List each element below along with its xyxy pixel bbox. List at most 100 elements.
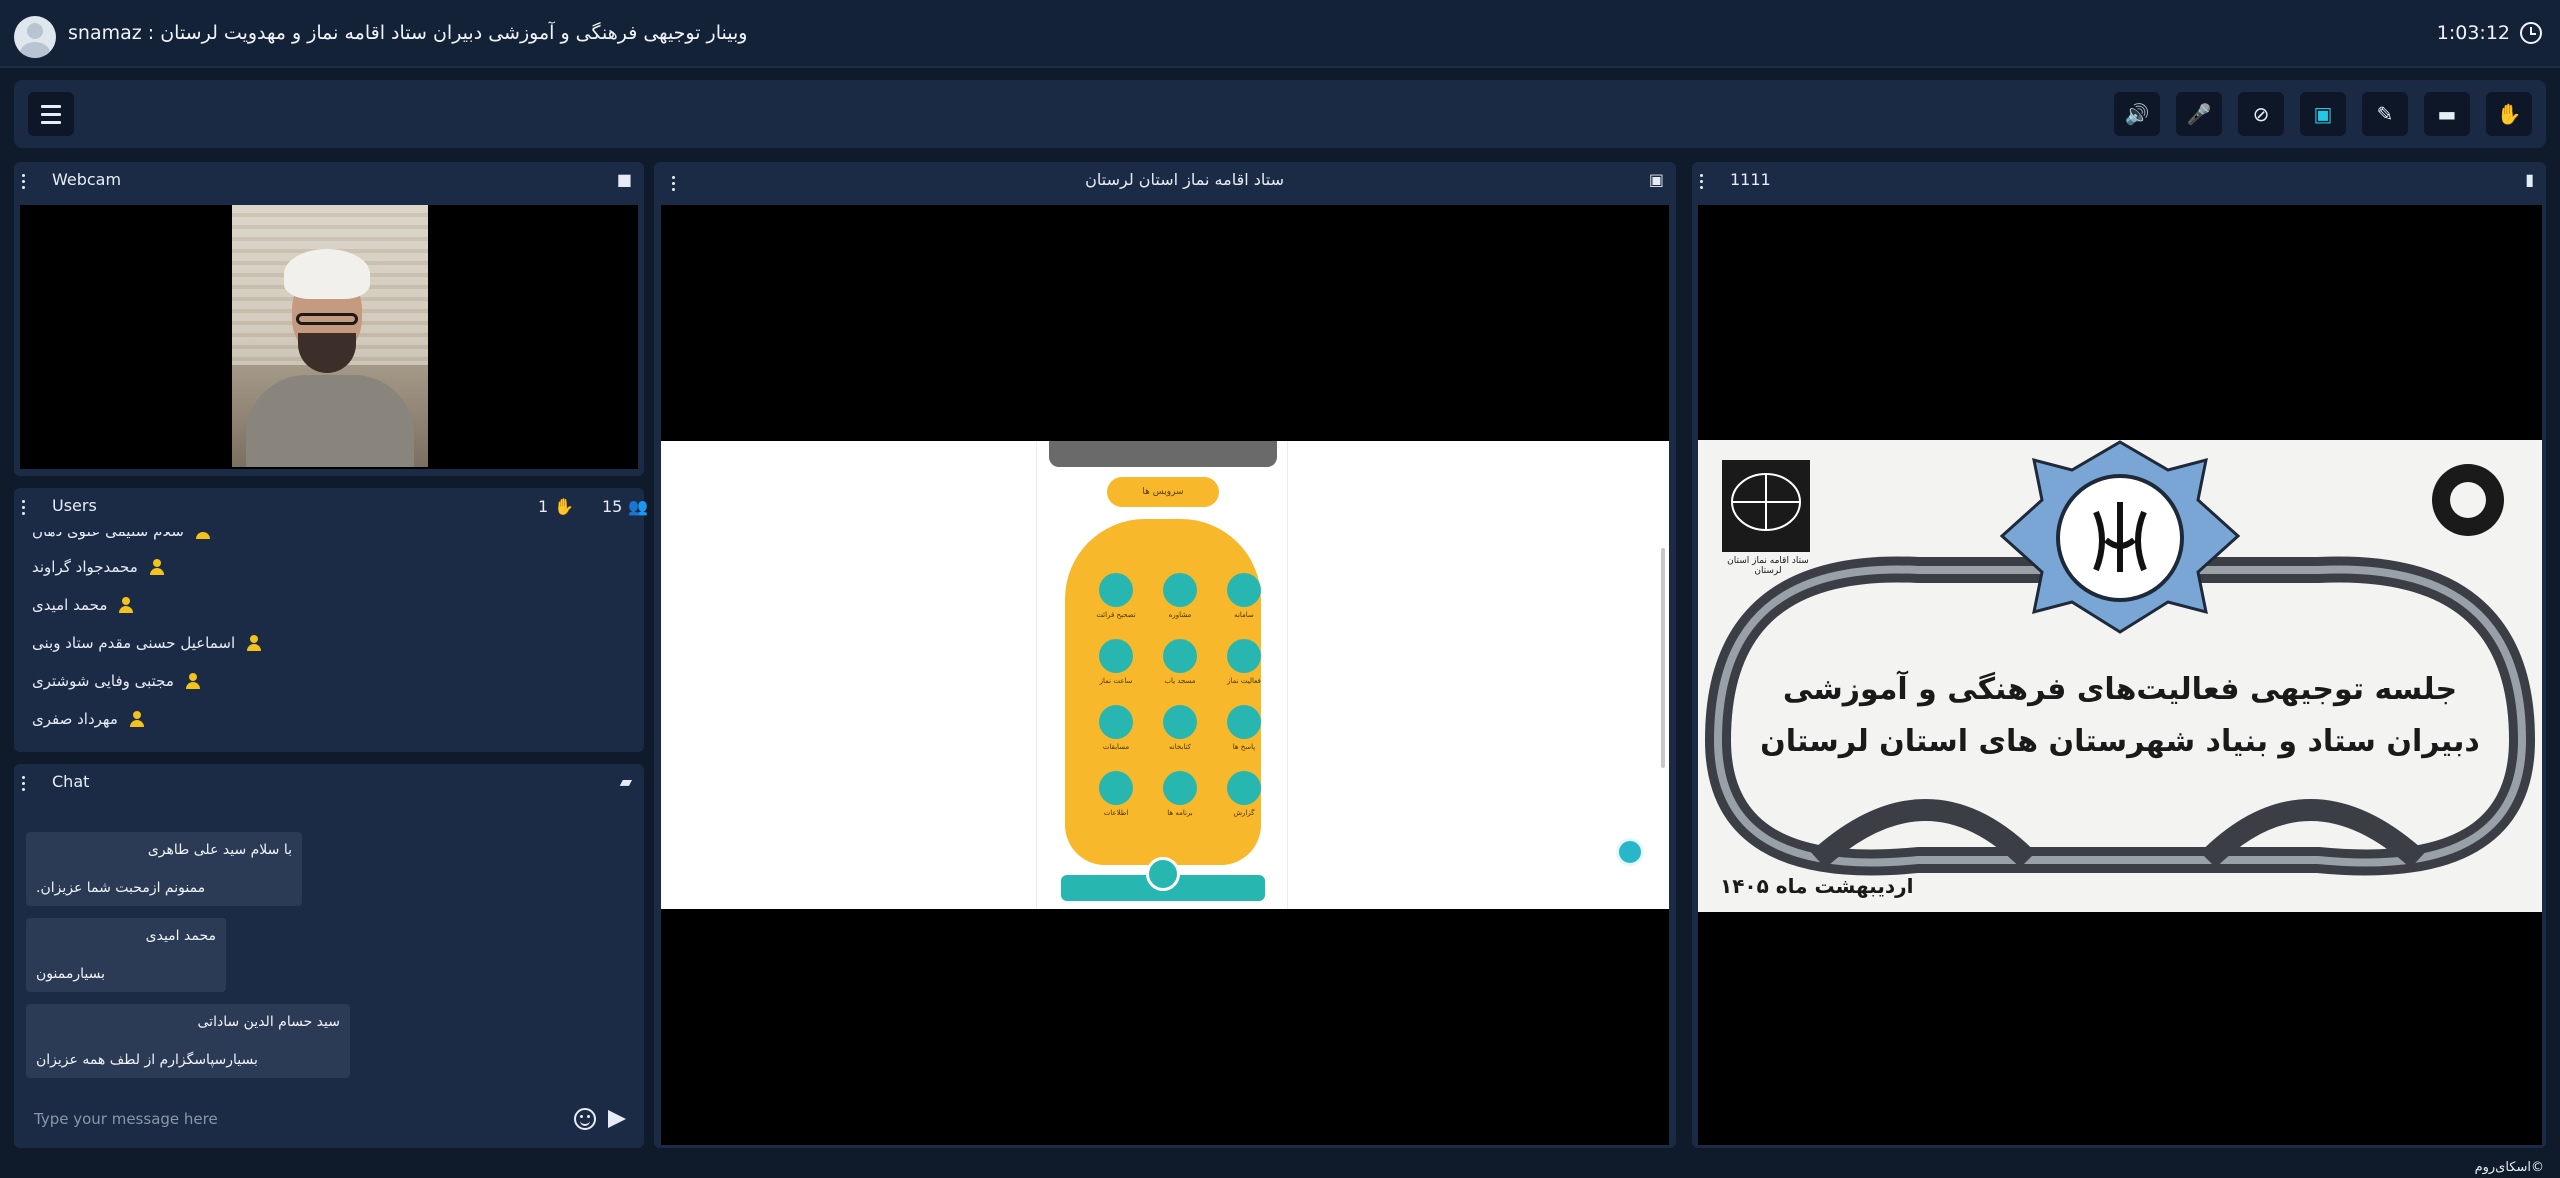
app-service-label: مسابقات — [1102, 743, 1130, 751]
screen-share-options-icon[interactable] — [672, 176, 676, 192]
app-service-label: گزارش — [1233, 809, 1255, 817]
app-service-icon — [1099, 705, 1133, 739]
shared-phone-app: سرویس ها سامانه مشاوره تصحیح قرائت فعالیت ن… — [1036, 441, 1288, 909]
chat-input-placeholder: Type your message here — [34, 1110, 218, 1128]
monitor-icon: ▣ — [1648, 170, 1664, 189]
screen-share-title: ستاد اقامه نماز استان لرستان — [1085, 170, 1284, 189]
users-count: 15 👥 — [602, 497, 649, 516]
clock-icon — [2520, 22, 2542, 44]
user-item[interactable]: محمدجواد گراوند — [32, 558, 166, 576]
send-icon[interactable] — [608, 1110, 626, 1128]
app-service-icon — [1227, 573, 1261, 607]
user-item[interactable]: اسماعیل حسنی مقدم ستاد وبنی — [32, 634, 263, 652]
presentation-header: 1111 ▮ — [1692, 162, 2546, 200]
users-icon: 👥 — [628, 497, 649, 516]
webcam-options-icon[interactable] — [22, 174, 26, 190]
user-icon — [148, 558, 166, 576]
app-service-label: مسجد یاب — [1164, 677, 1196, 685]
user-avatar[interactable] — [14, 16, 56, 58]
document-icon: ▮ — [2525, 170, 2534, 189]
slide-date: اردیبهشت ماه ۱۴۰۵ — [1720, 874, 1914, 898]
toolbar: ✋ ▬ ✎ ▣ ⊘ 🎤 🔊 — [14, 80, 2546, 148]
users-options-icon[interactable] — [22, 500, 26, 516]
screen-share-button[interactable]: ▣ — [2300, 92, 2346, 136]
camera-off-icon: ⊘ — [2252, 102, 2270, 126]
camera-off-button[interactable]: ⊘ — [2238, 92, 2284, 136]
room-title: وبینار توجیهی فرهنگی و آموزشی دبیران ستا… — [68, 22, 748, 44]
microphone-button[interactable]: 🎤 — [2176, 92, 2222, 136]
title-bar: وبینار توجیهی فرهنگی و آموزشی دبیران ستا… — [0, 0, 2560, 68]
user-item[interactable]: مجتبی وفایی شوشتری — [32, 672, 202, 690]
user-icon — [194, 532, 212, 540]
app-service-label: سامانه — [1234, 611, 1254, 619]
chat-input[interactable]: Type your message here — [18, 1100, 628, 1140]
slide-title-line-2: دبیران ستاد و بنیاد شهرستان های استان لر… — [1760, 724, 2480, 759]
app-service-label: اطلاعات — [1103, 809, 1129, 817]
microphone-icon: 🎤 — [2186, 102, 2212, 126]
presentation-title: 1111 — [1730, 170, 1771, 189]
app-service-icon — [1227, 639, 1261, 673]
app-header-pill: سرویس ها — [1107, 477, 1219, 507]
raised-hands-count: 1 ✋ — [538, 497, 575, 516]
app-service-icon — [1099, 639, 1133, 673]
user-item[interactable]: سلام سلیمی علوی دهان — [32, 532, 212, 540]
footer-brand: ©اسکای‌روم — [2474, 1160, 2544, 1175]
emoji-icon[interactable] — [574, 1108, 596, 1130]
app-service-icon — [1163, 639, 1197, 673]
folder-icon: ▬ — [2437, 102, 2457, 126]
app-service-label: فعالیت نماز — [1227, 677, 1261, 685]
app-service-label: مشاوره — [1168, 611, 1192, 619]
pen-button[interactable]: ✎ — [2362, 92, 2408, 136]
user-icon — [184, 672, 202, 690]
user-item[interactable]: محمد امیدی — [32, 596, 135, 614]
hand-icon: ✋ — [554, 497, 575, 516]
slide-title-line-1: جلسه توجیهی فعالیت‌های فرهنگی و آموزشی — [1782, 672, 2458, 707]
app-service-icon — [1163, 771, 1197, 805]
app-service-label: ساعت نماز — [1099, 677, 1133, 685]
chat-message: محمد امیدی بسیارممنون — [26, 918, 226, 992]
raise-hand-button[interactable]: ✋ — [2486, 92, 2532, 136]
chat-options-icon[interactable] — [22, 776, 26, 792]
chat-message: سید حسام الدین ساداتی بسیارسپاسگزارم از … — [26, 1004, 350, 1078]
user-list: سلام سلیمی علوی دهان محمدجواد گراوند محم… — [16, 532, 616, 738]
webcam-header: Webcam ■ — [14, 162, 644, 200]
app-service-label: تصحیح قرائت — [1096, 611, 1136, 619]
user-item[interactable]: مهرداد صفری — [32, 710, 146, 728]
screen-share-icon: ▣ — [2313, 102, 2333, 126]
folder-button[interactable]: ▬ — [2424, 92, 2470, 136]
session-timer-value: 1:03:12 — [2436, 22, 2510, 44]
webcam-video — [232, 205, 428, 467]
chat-message: با سلام سید علی طاهری ممنونم ازمحبت شما … — [26, 832, 302, 906]
pen-icon: ✎ — [2376, 102, 2394, 126]
app-service-icon — [1099, 573, 1133, 607]
hand-icon: ✋ — [2496, 102, 2522, 126]
session-timer: 1:03:12 — [2437, 22, 2542, 44]
app-service-icon — [1163, 705, 1197, 739]
hamburger-icon — [41, 104, 61, 108]
speaker-icon: 🔊 — [2124, 102, 2150, 126]
app-service-icon — [1163, 573, 1197, 607]
chat-title: Chat — [52, 772, 90, 791]
screen-share-header: ستاد اقامه نماز استان لرستان ▣ — [654, 162, 1676, 200]
video-camera-icon: ■ — [616, 170, 632, 189]
app-service-label: پاسخ ها — [1232, 743, 1256, 751]
chat-header: Chat ▰ — [14, 764, 644, 802]
app-service-icon — [1099, 771, 1133, 805]
user-icon — [128, 710, 146, 728]
chat-bubble-icon: ▰ — [619, 772, 632, 791]
app-service-icon — [1227, 705, 1261, 739]
menu-button[interactable] — [28, 92, 74, 136]
presentation-slide: ستاد اقامه نماز استان لرستان جلسه توجیهی… — [1698, 440, 2542, 912]
location-pin-icon — [1616, 838, 1644, 866]
users-header: Users 1 ✋ 15 👥 — [14, 488, 648, 526]
app-service-label: کتابخانه — [1169, 743, 1191, 751]
presentation-options-icon[interactable] — [1700, 174, 1704, 190]
app-service-label: برنامه ها — [1167, 809, 1193, 817]
user-icon — [245, 634, 263, 652]
users-title: Users — [52, 496, 97, 515]
webcam-title: Webcam — [52, 170, 122, 189]
logo-caption: ستاد اقامه نماز استان لرستان — [1727, 556, 1809, 576]
shared-screen-scrollbar — [1661, 548, 1665, 768]
app-home-icon — [1146, 857, 1180, 891]
speaker-button[interactable]: 🔊 — [2114, 92, 2160, 136]
